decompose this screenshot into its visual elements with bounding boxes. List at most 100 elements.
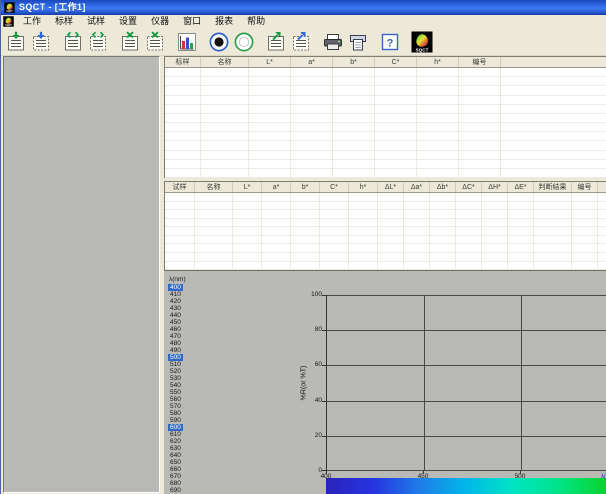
menu-item-settings[interactable]: 设置	[112, 15, 144, 28]
wavelength-item[interactable]: 630	[168, 445, 183, 452]
wavelength-item[interactable]: 470	[168, 333, 183, 340]
column-header[interactable]: ΔC*	[456, 182, 482, 192]
column-header[interactable]: a*	[262, 182, 291, 192]
table-row[interactable]	[165, 169, 606, 178]
menu-item-work[interactable]: 工作	[16, 15, 48, 28]
column-header[interactable]: 判断结果	[534, 182, 572, 192]
column-header[interactable]: 试样	[165, 182, 195, 192]
column-header[interactable]: 编号	[459, 57, 501, 67]
wavelength-item[interactable]: 560	[168, 396, 183, 403]
wavelength-item[interactable]: 490	[168, 347, 183, 354]
column-header[interactable]: 编号	[572, 182, 598, 192]
column-header[interactable]: ΔL*	[378, 182, 404, 192]
sample-delete-button[interactable]	[142, 29, 167, 54]
table-row[interactable]	[165, 244, 606, 253]
column-header[interactable]: C*	[375, 57, 417, 67]
table-row[interactable]	[165, 132, 606, 141]
menu-item-sample[interactable]: 试样	[80, 15, 112, 28]
wavelength-item[interactable]: 440	[168, 312, 183, 319]
column-header[interactable]: C*	[320, 182, 349, 192]
column-header[interactable]: a*	[291, 57, 333, 67]
table-row[interactable]	[165, 219, 606, 228]
table-row[interactable]	[165, 253, 606, 262]
help-button[interactable]: ?	[377, 29, 402, 54]
table-row[interactable]	[165, 77, 606, 86]
standard-import-button[interactable]	[3, 29, 28, 54]
wavelength-item[interactable]: 590	[168, 417, 183, 424]
table-row[interactable]	[165, 210, 606, 219]
wavelength-item[interactable]: 520	[168, 368, 183, 375]
standard-export-button[interactable]	[263, 29, 288, 54]
wavelength-item[interactable]: 660	[168, 466, 183, 473]
samples-table[interactable]: 试样名称L*a*b*C*h*ΔL*Δa*Δb*ΔC*ΔH*ΔE*判断结果编号	[164, 181, 606, 270]
tree-panel[interactable]	[3, 56, 160, 493]
menu-item-window[interactable]: 窗口	[176, 15, 208, 28]
titlebar[interactable]: SQCT SQCT - [工作1]	[1, 0, 606, 15]
wavelength-item[interactable]: 610	[168, 431, 183, 438]
table-row[interactable]	[165, 123, 606, 132]
column-header[interactable]: ΔE*	[508, 182, 534, 192]
column-header[interactable]: L*	[249, 57, 291, 67]
menu-item-standard[interactable]: 标样	[48, 15, 80, 28]
wavelength-item[interactable]: 480	[168, 340, 183, 347]
wavelength-item[interactable]: 670	[168, 473, 183, 480]
wavelength-item[interactable]: 650	[168, 459, 183, 466]
wavelength-item[interactable]: 430	[168, 305, 183, 312]
wavelength-item[interactable]: 620	[168, 438, 183, 445]
wavelength-item[interactable]: 510	[168, 361, 183, 368]
menu-item-help[interactable]: 帮助	[240, 15, 272, 28]
table-row[interactable]	[165, 262, 606, 271]
sample-export-button[interactable]	[288, 29, 313, 54]
table-row[interactable]	[165, 151, 606, 160]
standard-delete-button[interactable]	[117, 29, 142, 54]
color-chart-button[interactable]	[174, 29, 199, 54]
column-header[interactable]: h*	[349, 182, 378, 192]
column-header[interactable]: Δb*	[430, 182, 456, 192]
wavelength-item[interactable]: 550	[168, 389, 183, 396]
column-header[interactable]: h*	[417, 57, 459, 67]
column-header[interactable]: 名称	[201, 57, 249, 67]
wavelength-item[interactable]: 530	[168, 375, 183, 382]
wavelength-item[interactable]: 500	[168, 354, 183, 361]
wavelength-item[interactable]: 600	[168, 424, 183, 431]
table-row[interactable]	[165, 227, 606, 236]
table-row[interactable]	[165, 193, 606, 202]
wavelength-item[interactable]: 580	[168, 410, 183, 417]
column-header[interactable]: b*	[333, 57, 375, 67]
print-button[interactable]	[320, 29, 345, 54]
table-row[interactable]	[165, 236, 606, 245]
wavelength-item[interactable]: 400	[168, 284, 183, 291]
wavelength-item[interactable]: 570	[168, 403, 183, 410]
menu-item-instrument[interactable]: 仪器	[144, 15, 176, 28]
wavelength-item[interactable]: 690	[168, 487, 183, 494]
table-row[interactable]	[165, 86, 606, 95]
table-row[interactable]	[165, 68, 606, 77]
table-row[interactable]	[165, 114, 606, 123]
wavelength-item[interactable]: 680	[168, 480, 183, 487]
standards-table[interactable]: 标样名称L*a*b*C*h*编号	[164, 56, 606, 178]
column-header[interactable]: 名称	[195, 182, 233, 192]
document-icon[interactable]: SQCT	[3, 16, 14, 27]
table-row[interactable]	[165, 141, 606, 150]
wavelength-item[interactable]: 450	[168, 319, 183, 326]
wavelength-item[interactable]: 420	[168, 298, 183, 305]
about-sqct-button[interactable]: SQCT	[409, 29, 434, 54]
table-row[interactable]	[165, 96, 606, 105]
table-row[interactable]	[165, 202, 606, 211]
table-row[interactable]	[165, 160, 606, 169]
print-preview-button[interactable]	[345, 29, 370, 54]
wavelength-item[interactable]: 640	[168, 452, 183, 459]
column-header[interactable]: Δa*	[404, 182, 430, 192]
wavelength-item[interactable]: 410	[168, 291, 183, 298]
column-header[interactable]: 标样	[165, 57, 201, 67]
column-header[interactable]: ΔH*	[482, 182, 508, 192]
table-row[interactable]	[165, 105, 606, 114]
white-calibration-button[interactable]	[231, 29, 256, 54]
black-calibration-button[interactable]	[206, 29, 231, 54]
sample-edit-button[interactable]	[85, 29, 110, 54]
column-header[interactable]: L*	[233, 182, 262, 192]
wavelength-item[interactable]: 540	[168, 382, 183, 389]
wavelength-list[interactable]: 4004104204304404504604704804905005105205…	[168, 284, 183, 494]
column-header[interactable]: b*	[291, 182, 320, 192]
sample-import-button[interactable]	[28, 29, 53, 54]
